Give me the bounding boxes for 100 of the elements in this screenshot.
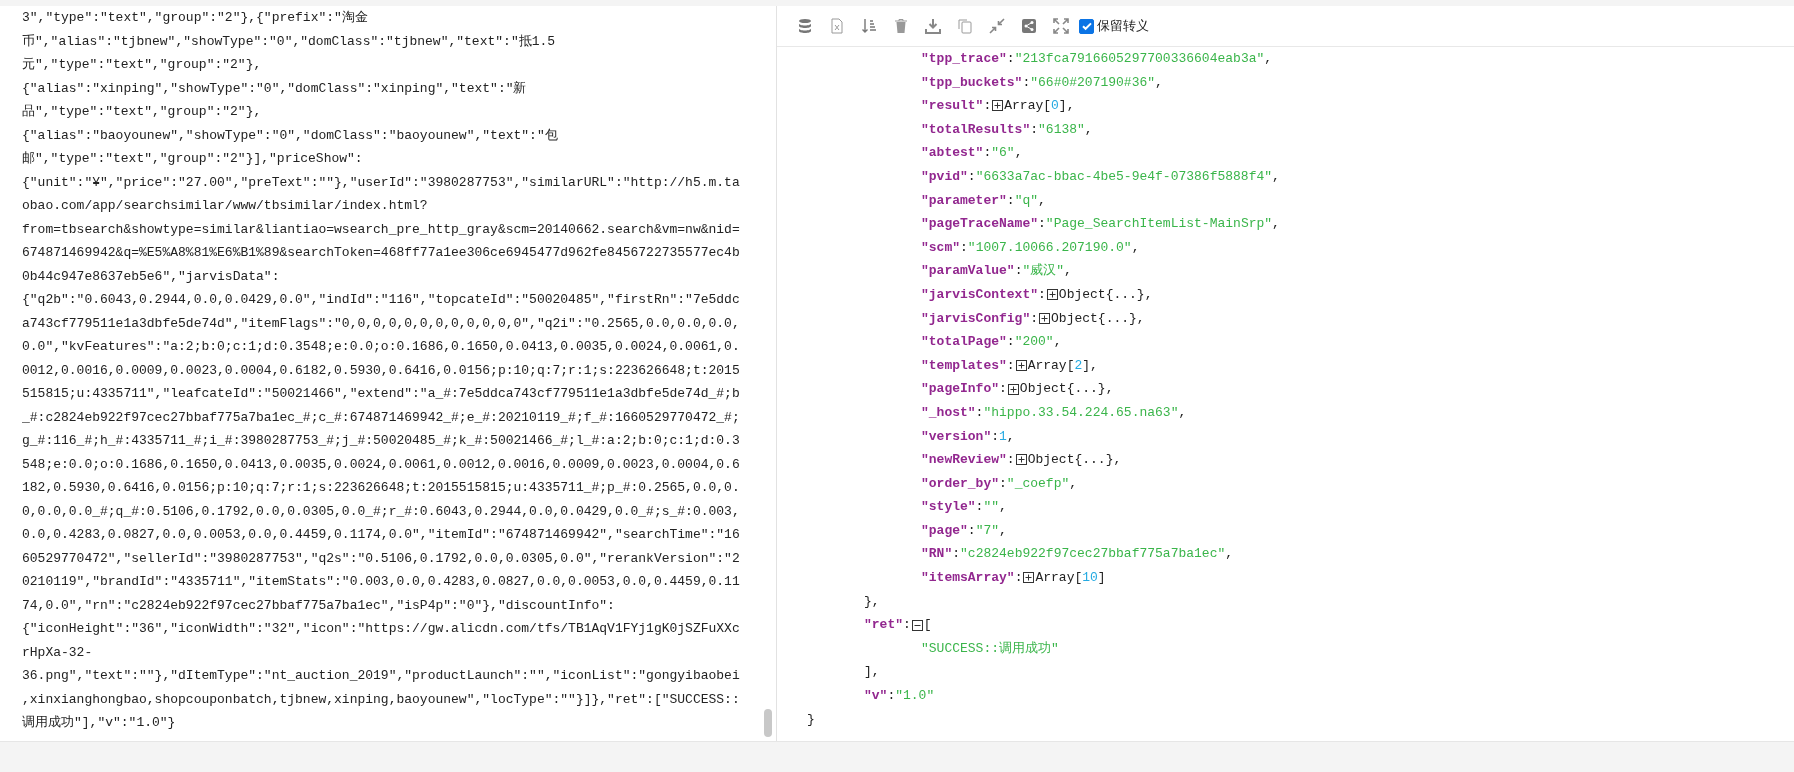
json-key: "totalResults": [921, 117, 1031, 142]
code-line: 60529770472","sellerId":"3980287753","q2s":"0.5106,0.1792,0.0,0.0305,0.0","rerankVersion":"2: [22, 549, 741, 568]
punctuation: ,: [1225, 545, 1234, 564]
spreadsheet-file-icon[interactable]: [829, 18, 845, 34]
code-line: a743cf779511e1a3dbfe5de74d","itemFlags":"0,0,0,0,0,0,0,0,0,0,0,0","q2i":"0.2565,0.0,0.0,0.0,: [22, 314, 741, 333]
punctuation: ,: [1084, 120, 1093, 139]
colon: :: [1006, 191, 1015, 210]
code-line: 674871469942&q=%E5%A8%81%E6%B1%89&searchToken=468ff77a1ee306ce6945477d962fe8456722735577ec4b: [22, 244, 741, 262]
compress-icon[interactable]: [989, 18, 1005, 34]
expand-icon[interactable]: [1039, 312, 1051, 324]
punctuation: ,: [1105, 380, 1114, 399]
json-key: "jarvisContext": [921, 282, 1039, 307]
colon: :: [1038, 215, 1046, 234]
checkbox-label[interactable]: 保留转义: [1097, 17, 1149, 35]
colon: :: [967, 167, 976, 186]
punctuation: ,: [1113, 451, 1122, 470]
json-key: "pvid": [921, 164, 968, 189]
code-line: ,xinxianghongbao,shopcouponbatch,tjbnew,xinping,baoyounew","locType":""}]},"ret":["SUCCESS::: [22, 690, 741, 709]
code-line: 0012,0.0016,0.0009,0.0023,0.0004,0.6182,0.5930,0.6416,0.0156;p:10;q:7;r:1;s:223626648;t:2015: [22, 361, 741, 380]
item-count: 10: [1082, 569, 1098, 588]
colon: :: [903, 616, 911, 635]
database-icon[interactable]: [797, 18, 813, 34]
code-line: 元","type":"text","group":"2"},: [22, 56, 263, 74]
json-key: "totalPage": [921, 330, 1007, 354]
code-line: _#:c2824eb922f97cec27bbaf775a7ba1ec_#;c_#:674871469942_#;e_#:20210119_#;f_#:1660529770472_#;: [22, 408, 741, 427]
json-key: "page": [921, 518, 968, 543]
code-line: 0.0","kvFeatures":"a:2;b:0;c:1;d:0.3548;e:0.0;o:0.1686,0.1650,0.0413,0.0035,0.0024,0.0061,0.: [22, 338, 741, 356]
download-icon[interactable]: [925, 18, 941, 34]
punctuation: ,: [1053, 333, 1062, 352]
fullscreen-icon[interactable]: [1053, 18, 1069, 34]
code-line: {"alias":"xinping","showType":"0","domClass":"xinping","text":"新: [22, 79, 528, 98]
share-icon[interactable]: [1021, 18, 1037, 34]
expand-icon[interactable]: [1046, 289, 1058, 301]
colon: :: [975, 498, 984, 517]
string-value: "7": [975, 521, 1000, 540]
json-key: "result": [921, 94, 984, 118]
item-count: 0: [1051, 97, 1059, 116]
colon: :: [1022, 73, 1031, 92]
type-label: Array[: [1035, 569, 1083, 588]
item-count: 2: [1074, 356, 1083, 375]
type-label: Object{...}: [1027, 451, 1114, 470]
scrollbar-thumb[interactable]: [764, 709, 772, 737]
colon: :: [967, 521, 976, 540]
code-line: 邮","type":"text","group":"2"}],"priceShow":: [22, 150, 364, 168]
punctuation: ,: [1272, 167, 1280, 186]
colon: :: [983, 144, 992, 163]
punctuation: ,: [1178, 403, 1187, 422]
colon: :: [999, 474, 1007, 493]
code-line: from=tbsearch&showtype=similar&liantiao=wsearch_pre_http_gray&scm=20140662.search&vm=nw&nid=: [22, 220, 741, 239]
type-label: Object{...}: [1058, 285, 1145, 304]
punctuation: ,: [1038, 191, 1046, 210]
punctuation: ,: [999, 521, 1007, 540]
json-key: "v": [864, 684, 888, 708]
string-value: "6633a7ac-bbac-4be5-9e4f-07386f5888f4": [975, 167, 1273, 186]
string-value: "66#0#207190#36": [1030, 73, 1156, 92]
code-line: 品","type":"text","group":"2"},: [22, 103, 263, 121]
expand-icon[interactable]: [992, 100, 1004, 112]
expand-icon[interactable]: [1023, 572, 1035, 584]
json-key: "pageInfo": [921, 377, 999, 401]
colon: :: [1014, 262, 1023, 281]
collapse-icon[interactable]: [911, 619, 923, 631]
string-value: "213fca7916605297700336604eab3a": [1014, 50, 1265, 68]
json-key: "parameter": [921, 188, 1007, 213]
code-line: {"alias":"baoyounew","showType":"0","domClass":"baoyounew","text":"包: [22, 126, 559, 145]
json-key: "paramValue": [921, 259, 1015, 283]
colon: :: [975, 403, 984, 422]
string-value: "q": [1014, 191, 1039, 210]
punctuation: ,: [1006, 427, 1015, 446]
sort-icon[interactable]: [861, 18, 877, 34]
string-value: "1.0": [895, 687, 935, 706]
punctuation: ,: [1064, 262, 1072, 281]
punctuation: ,: [1136, 309, 1145, 328]
punctuation: ],: [1058, 97, 1075, 116]
json-key: "tpp_buckets": [921, 70, 1023, 95]
colon: :: [1006, 333, 1015, 352]
colon: :: [1006, 356, 1015, 375]
string-value: "SUCCESS::调用成功": [921, 639, 1059, 658]
colon: :: [1038, 285, 1046, 304]
code-line: 74,0.0","rn":"c2824eb922f97cec27bbaf775a7ba1ec","isP4p":"0"},"discountInfo":: [22, 596, 616, 615]
string-value: "hippo.33.54.224.65.na63": [983, 403, 1179, 422]
code-line: 0210119","brandId":"4335711","itemStats":"0.003,0.0,0.4283,0.0827,0.0,0.0053,0.0,0.4459,0.11: [22, 573, 741, 591]
code-line: 515815;u:4335711","leafcateId":"50021466","extend":"a_#:7e5ddca743cf779511e1a3dbfe5de74d_#;b: [22, 385, 741, 403]
expand-icon[interactable]: [1007, 383, 1019, 395]
punctuation: ,: [1264, 50, 1273, 68]
code-line: 币","alias":"tjbnew","showType":"0","domClass":"tjbnew","text":"抵1.5: [22, 32, 557, 51]
json-key: "RN": [921, 542, 953, 567]
punctuation: ,: [999, 498, 1007, 517]
colon: :: [999, 380, 1007, 399]
code-line: rHpXa-32-: [22, 643, 94, 662]
expand-icon[interactable]: [1015, 454, 1027, 466]
bracket: ],: [864, 663, 880, 682]
json-key: "order_by": [921, 471, 999, 496]
type-label: Object{...}: [1019, 380, 1106, 399]
expand-icon[interactable]: [1015, 360, 1027, 371]
json-key: "version": [921, 424, 992, 449]
punctuation: ,: [1155, 73, 1163, 92]
checkbox[interactable]: [1079, 18, 1094, 34]
json-key: "scm": [921, 235, 960, 260]
string-value: "_coefp": [1006, 474, 1070, 493]
trash-icon[interactable]: [893, 18, 909, 34]
